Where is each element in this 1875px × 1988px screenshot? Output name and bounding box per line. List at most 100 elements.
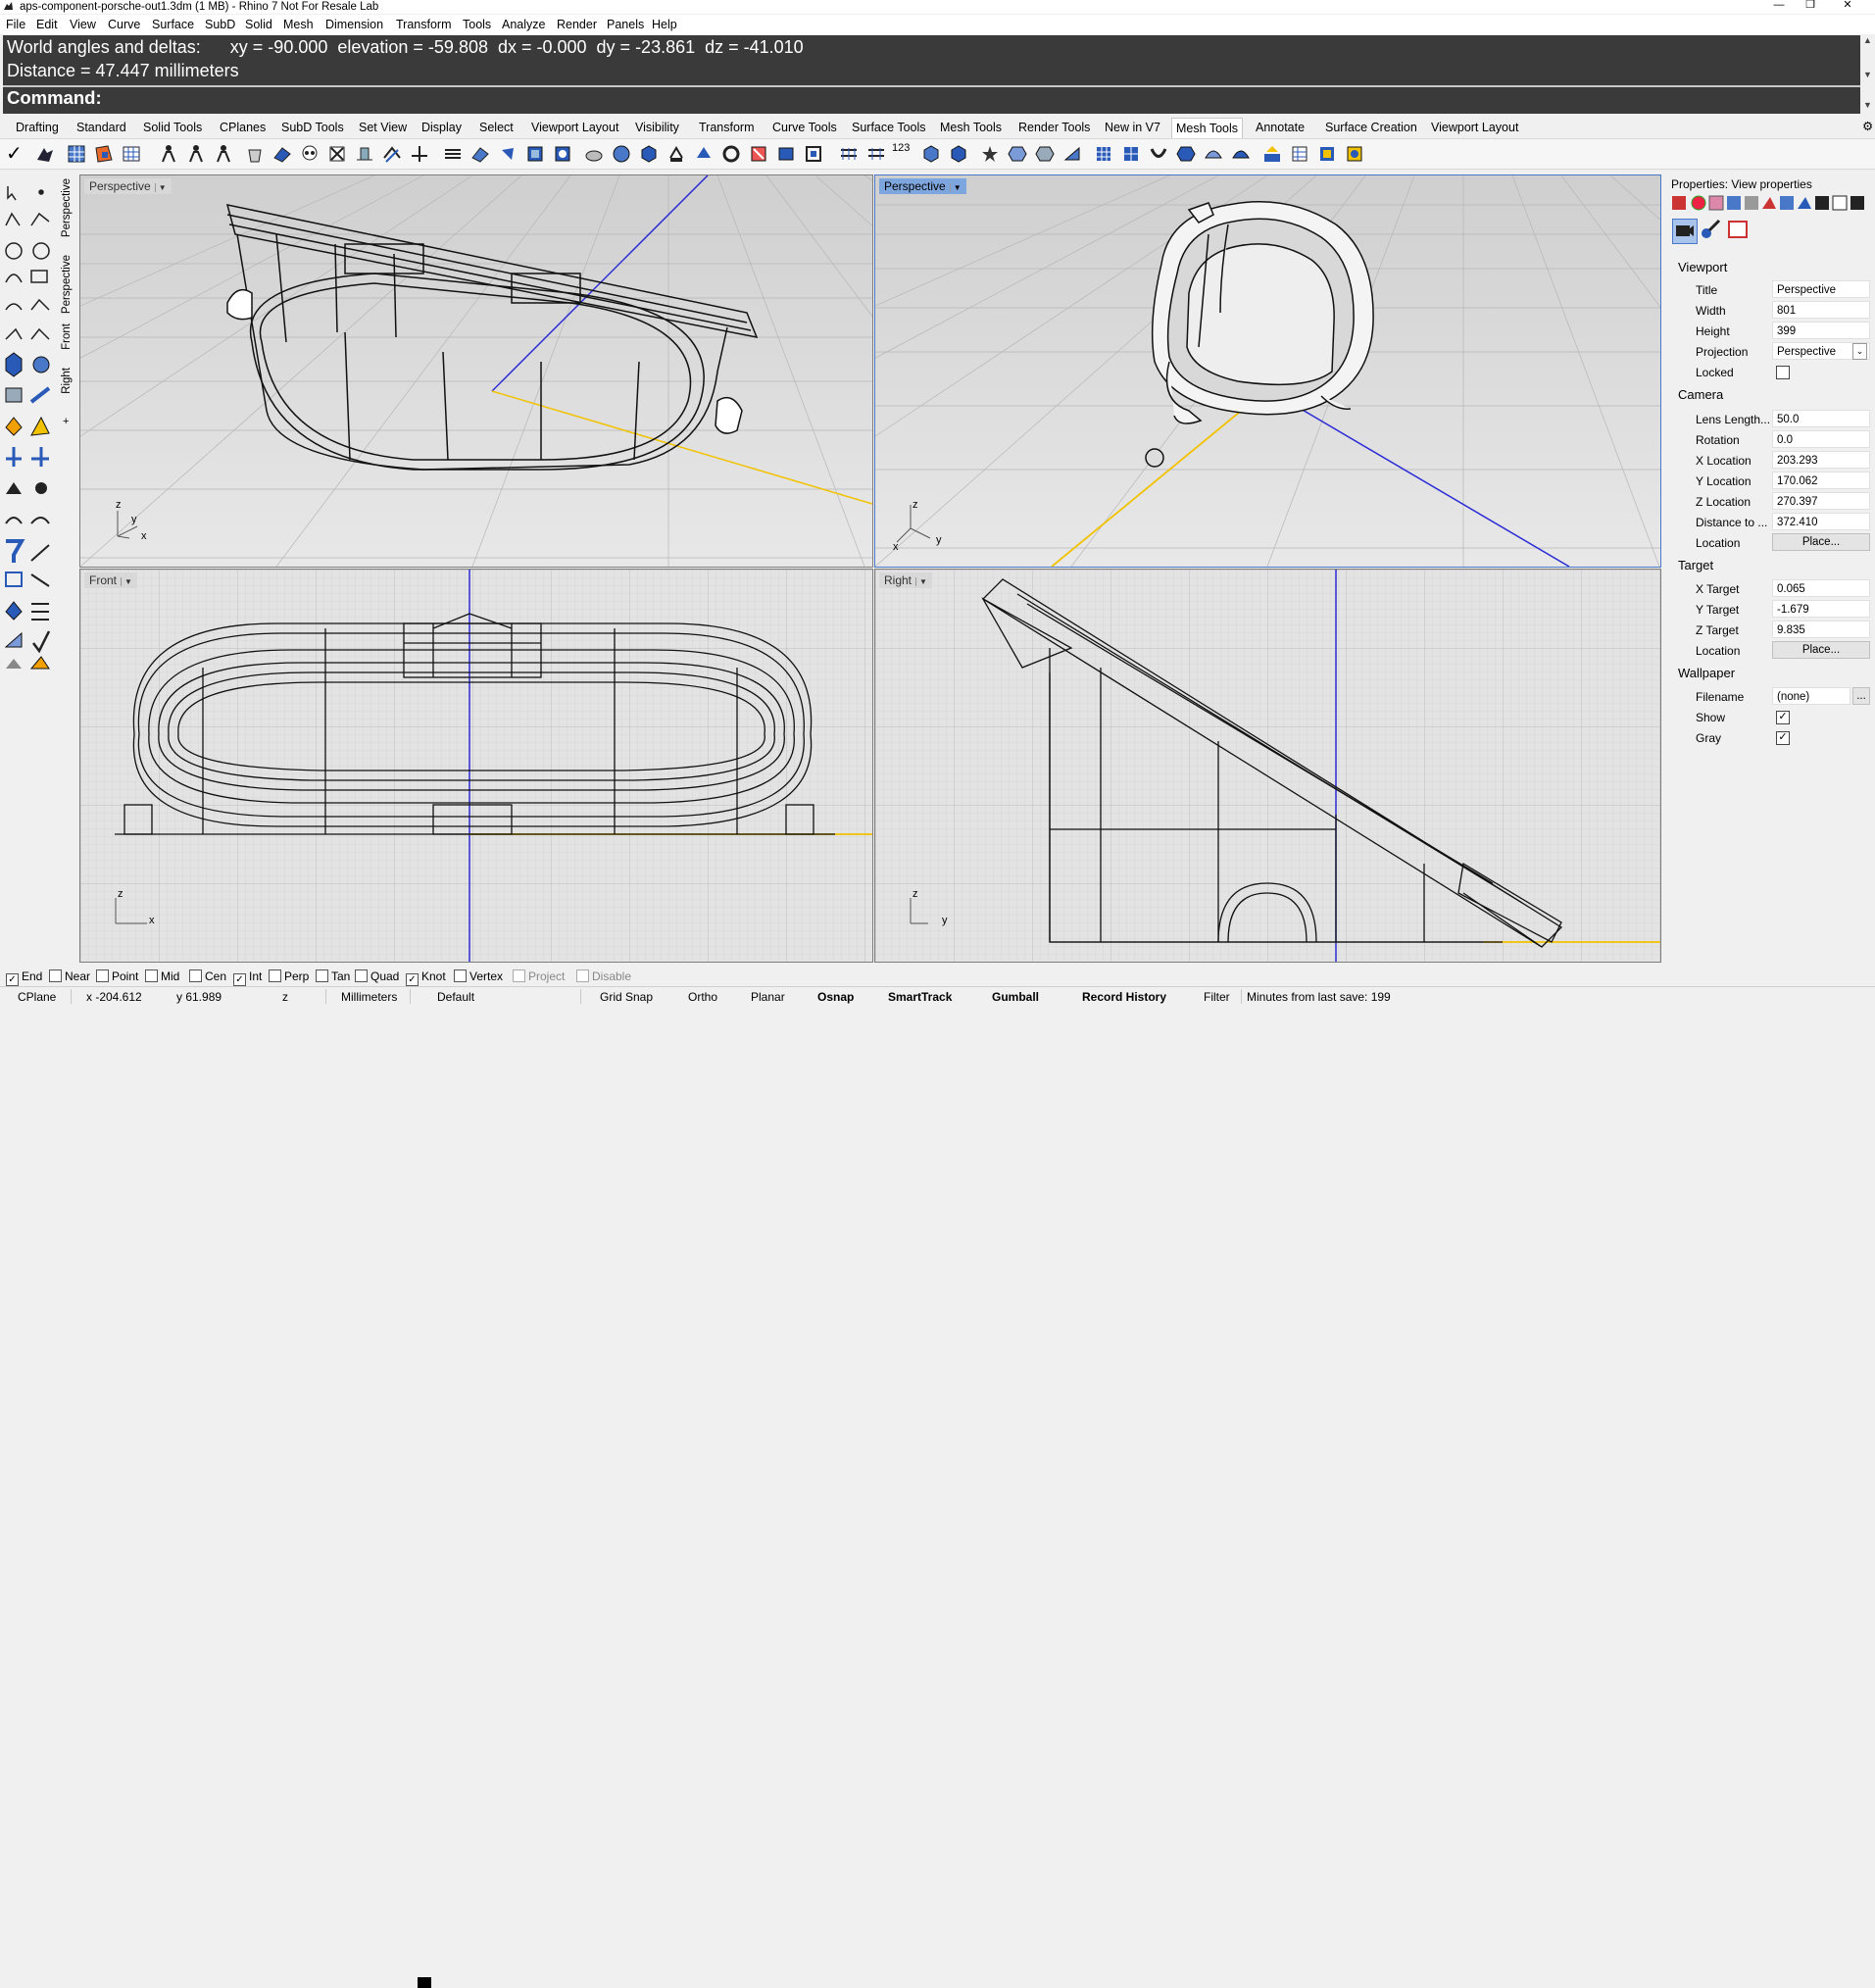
scroll-down-icon[interactable]: ▼ [1863,100,1872,110]
osnap-point[interactable]: Point [96,969,138,983]
menu-mesh[interactable]: Mesh [283,18,314,31]
menu-curve[interactable]: Curve [108,18,140,31]
status-layer[interactable]: Default [437,990,474,1004]
tab-display[interactable]: Display [421,121,462,134]
mesh-trim-icon[interactable] [410,144,429,164]
osnap-checkbox[interactable] [454,969,467,982]
osnap-checkbox[interactable] [145,969,158,982]
status-smarttrack[interactable]: SmartTrack [888,990,952,1004]
tab-subd-tools[interactable]: SubD Tools [281,121,344,134]
side-tab-perspective[interactable]: Perspective [61,178,73,237]
prop-filename-field[interactable]: (none) [1772,687,1850,705]
left-toolbar-icons[interactable] [2,182,57,672]
prop-zloc-field[interactable]: 270.397 [1772,492,1870,510]
osnap-tan[interactable]: Tan [316,969,350,983]
mesh-layers-icon[interactable] [443,144,463,164]
mesh-box2-icon[interactable] [553,144,572,164]
osnap-disable[interactable]: Disable [576,969,631,983]
wallpaper-icon[interactable] [1727,219,1751,242]
menu-file[interactable]: File [6,18,25,31]
mesh-torus-icon[interactable] [721,144,741,164]
prop-xtarget-field[interactable]: 0.065 [1772,579,1870,597]
scroll-down-icon[interactable]: ▼ [1863,70,1872,79]
osnap-checkbox[interactable] [355,969,368,982]
mesh-reduce-icon[interactable] [272,144,292,164]
mesh-figure-icon[interactable] [159,144,178,164]
mesh-sphere-icon[interactable] [612,144,631,164]
viewport-title[interactable]: Perspective ▼ [879,178,966,194]
tab-mesh-tools[interactable]: Mesh Tools [940,121,1002,134]
viewport-perspective-right[interactable]: Perspective ▼ z y x [874,174,1661,568]
tab-surface-creation[interactable]: Surface Creation [1325,121,1417,134]
osnap-vertex[interactable]: Vertex [454,969,503,983]
tab-transform[interactable]: Transform [699,121,755,134]
osnap-checkbox[interactable] [96,969,109,982]
menu-surface[interactable]: Surface [152,18,194,31]
prop-title-field[interactable]: Perspective [1772,280,1870,298]
osnap-quad[interactable]: Quad [355,969,399,983]
osnap-checkbox[interactable] [513,969,525,982]
mesh-grid3-icon[interactable] [1121,144,1141,164]
command-scrollbar[interactable]: ▲ ▼ ▼ [1860,35,1875,114]
target-place-button[interactable]: Place... [1772,641,1870,659]
tab-visibility[interactable]: Visibility [635,121,679,134]
chevron-down-icon[interactable]: ▼ [915,577,927,586]
mesh-patch-icon[interactable] [94,144,114,164]
mesh-star-icon[interactable] [980,144,1000,164]
osnap-checkbox[interactable] [576,969,589,982]
mesh-figure-icon[interactable] [186,144,206,164]
tab-drafting[interactable]: Drafting [16,121,59,134]
mesh-split-icon[interactable] [355,144,374,164]
viewport-title[interactable]: Front ▼ [84,572,137,588]
mesh-table2-icon[interactable] [1290,144,1309,164]
osnap-project[interactable]: Project [513,969,565,983]
menu-dimension[interactable]: Dimension [325,18,383,31]
menu-subd[interactable]: SubD [205,18,235,31]
mesh-edge-icon[interactable] [382,144,402,164]
prop-yloc-field[interactable]: 170.062 [1772,472,1870,489]
menu-help[interactable]: Help [652,18,677,31]
brush-icon[interactable] [1700,219,1723,242]
chevron-down-icon[interactable]: ▼ [121,577,132,586]
mesh-export-icon[interactable] [1262,144,1282,164]
mesh-skull-icon[interactable] [300,144,320,164]
mesh-wedge-icon[interactable] [1062,144,1082,164]
prop-xloc-field[interactable]: 203.293 [1772,451,1870,469]
status-planar[interactable]: Planar [751,990,785,1004]
tab-viewport-layout[interactable]: Viewport Layout [531,121,618,134]
osnap-knot[interactable]: ✓ Knot [406,969,446,986]
minimize-button[interactable]: — [1764,0,1794,13]
side-tab-front[interactable]: Front [61,323,73,350]
chevron-down-icon[interactable]: ▼ [154,183,167,192]
menu-render[interactable]: Render [557,18,597,31]
osnap-int[interactable]: ✓ Int [233,969,262,986]
add-tab-icon[interactable]: + [63,416,69,427]
tab-new-in-v7[interactable]: New in V7 [1105,121,1160,134]
tab-surface-tools[interactable]: Surface Tools [852,121,926,134]
osnap-mid[interactable]: Mid [145,969,179,983]
mesh-cone-icon[interactable] [694,144,714,164]
osnap-checkbox[interactable]: ✓ [233,973,246,986]
viewport-front[interactable]: Front ▼ z x [79,569,873,963]
mesh-render-icon[interactable] [1345,144,1364,164]
mesh-repair-icon[interactable] [35,144,55,164]
osnap-checkbox[interactable] [269,969,281,982]
prop-ytarget-field[interactable]: -1.679 [1772,600,1870,618]
status-units[interactable]: Millimeters [341,990,397,1004]
osnap-checkbox[interactable]: ✓ [6,973,19,986]
menu-tools[interactable]: Tools [463,18,491,31]
mesh-disk-icon[interactable] [584,144,604,164]
viewport-title[interactable]: Right ▼ [879,572,932,588]
status-ortho[interactable]: Ortho [688,990,717,1004]
menu-panels[interactable]: Panels [607,18,644,31]
viewport-title[interactable]: Perspective ▼ [84,178,172,194]
osnap-near[interactable]: Near [49,969,90,983]
mesh-grid-icon[interactable] [67,144,86,164]
tab-set-view[interactable]: Set View [359,121,407,134]
gear-icon[interactable]: ⚙ [1862,119,1873,133]
mesh-patch2-icon[interactable] [498,144,518,164]
status-osnap[interactable]: Osnap [817,990,854,1004]
status-record-history[interactable]: Record History [1082,990,1166,1004]
close-button[interactable]: ✕ [1833,0,1862,13]
status-grid-snap[interactable]: Grid Snap [600,990,653,1004]
